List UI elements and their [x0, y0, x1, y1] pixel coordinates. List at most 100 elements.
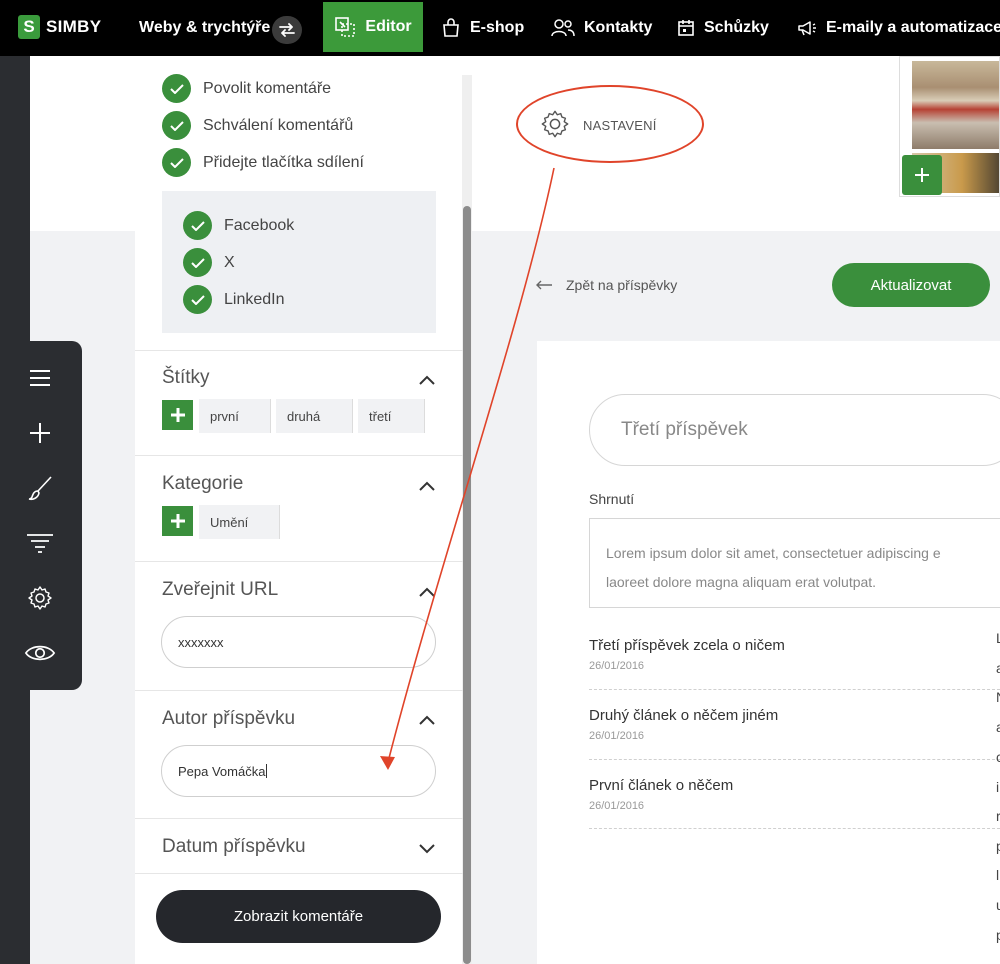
gear-icon[interactable]	[24, 582, 56, 614]
logo-mark: S	[18, 15, 40, 39]
nav-emails-label: E-maily a automatizace	[826, 19, 1000, 36]
tag-item[interactable]: druhá	[276, 399, 353, 433]
body-text-fragment: l	[996, 867, 1000, 883]
menu-icon[interactable]	[24, 362, 56, 394]
checkmark-icon	[183, 248, 212, 277]
share-label: LinkedIn	[224, 290, 285, 308]
annotation-ellipse	[516, 85, 704, 163]
tags-title: Štítky	[162, 367, 210, 388]
divider	[135, 690, 463, 691]
post-title-input[interactable]: Třetí příspěvek	[589, 394, 1000, 466]
back-label: Zpět na příspěvky	[566, 277, 678, 293]
post-title: Druhý článek o něčem jiném	[589, 707, 779, 724]
body-text-fragment: L	[996, 630, 1000, 646]
nav-eshop-label: E-shop	[470, 19, 525, 36]
url-title: Zveřejnit URL	[162, 579, 279, 600]
share-label: Facebook	[224, 216, 295, 234]
body-text-fragment: c	[996, 749, 1000, 765]
swap-icon[interactable]	[272, 16, 302, 44]
divider	[135, 873, 463, 874]
post-date: 26/01/2016	[589, 730, 645, 742]
body-text-fragment: r	[996, 808, 1000, 824]
checkmark-icon	[183, 211, 212, 240]
post-list-item[interactable]: Druhý článek o něčem jiném 26/01/2016	[589, 707, 1000, 760]
show-comments-button[interactable]: Zobrazit komentáře	[156, 890, 441, 943]
tag-item[interactable]: první	[199, 399, 271, 433]
body-text-fragment: a	[996, 660, 1000, 676]
author-input[interactable]: Pepa Vomáčka	[161, 745, 436, 797]
date-title: Datum příspěvku	[162, 836, 306, 857]
add-tag-button[interactable]	[162, 400, 193, 430]
author-value: Pepa Vomáčka	[178, 763, 266, 779]
shop-icon	[441, 18, 461, 38]
option-label: Povolit komentáře	[203, 79, 332, 97]
option-approve-comments[interactable]: Schválení komentářů	[162, 111, 353, 140]
logo[interactable]: S SIMBY	[18, 14, 101, 40]
filter-icon[interactable]	[24, 527, 56, 559]
chevron-up-icon[interactable]	[417, 585, 437, 599]
body-text-fragment: p	[996, 838, 1000, 854]
logo-text: SIMBY	[46, 17, 102, 36]
post-list-item[interactable]: Třetí příspěvek zcela o ničem 26/01/2016	[589, 637, 1000, 690]
nav-meetings-label: Schůzky	[704, 19, 769, 36]
body-text-fragment: N	[996, 689, 1000, 705]
category-item[interactable]: Umění	[199, 505, 280, 539]
url-input[interactable]: xxxxxxx	[161, 616, 436, 668]
body-text-fragment: u	[996, 897, 1000, 913]
add-icon[interactable]	[24, 417, 56, 449]
option-share-buttons[interactable]: Přidejte tlačítka sdílení	[162, 148, 364, 177]
tag-item[interactable]: třetí	[358, 399, 425, 433]
nav-contacts-label: Kontakty	[584, 19, 653, 36]
share-linkedin[interactable]: LinkedIn	[183, 285, 285, 314]
option-allow-comments[interactable]: Povolit komentáře	[162, 74, 331, 103]
author-title: Autor příspěvku	[162, 708, 296, 729]
divider	[135, 350, 463, 351]
share-facebook[interactable]: Facebook	[183, 211, 294, 240]
add-category-button[interactable]	[162, 506, 193, 536]
share-label: X	[224, 253, 235, 271]
brush-icon[interactable]	[24, 472, 56, 504]
nav-eshop[interactable]: E-shop	[441, 0, 524, 56]
post-title: Třetí příspěvek zcela o ničem	[589, 637, 785, 654]
body-text-fragment: i	[996, 779, 1000, 795]
summary-textarea[interactable]: Lorem ipsum dolor sit amet, consectetuer…	[589, 518, 1000, 608]
chevron-up-icon[interactable]	[417, 373, 437, 387]
divider	[135, 561, 463, 562]
back-to-posts-link[interactable]: Zpět na příspěvky	[535, 277, 677, 293]
nav-meetings[interactable]: Schůzky	[677, 0, 769, 56]
nav-contacts[interactable]: Kontakty	[551, 0, 652, 56]
nav-emails-automation[interactable]: E-maily a automatizace	[797, 0, 1000, 56]
share-x[interactable]: X	[183, 248, 235, 277]
chevron-up-icon[interactable]	[417, 479, 437, 493]
nav-editor-label: Editor	[365, 18, 412, 35]
checkmark-icon	[183, 285, 212, 314]
arrow-left-icon	[535, 277, 553, 293]
image-thumbnail-card[interactable]	[899, 56, 1000, 197]
calendar-icon	[677, 19, 695, 37]
add-image-button[interactable]	[902, 155, 942, 195]
update-button[interactable]: Aktualizovat	[832, 263, 990, 307]
divider	[135, 455, 463, 456]
post-list-item[interactable]: První článek o něčem 26/01/2016	[589, 777, 1000, 829]
nav-sites-label: Weby & trychtýře	[139, 19, 271, 36]
summary-line: Lorem ipsum dolor sit amet, consectetuer…	[606, 545, 941, 561]
option-label: Schválení komentářů	[203, 116, 354, 134]
category-title: Kategorie	[162, 473, 244, 494]
scrollbar-thumb[interactable]	[463, 206, 471, 964]
eye-icon[interactable]	[24, 637, 56, 669]
editor-icon	[334, 16, 356, 38]
checkmark-icon	[162, 111, 191, 140]
top-bar: S SIMBY Weby & trychtýře Editor E-shop K…	[0, 0, 1000, 56]
nav-sites-funnels[interactable]: Weby & trychtýře	[139, 0, 270, 56]
tool-panel	[0, 341, 82, 690]
contacts-icon	[551, 18, 575, 38]
summary-label: Shrnutí	[589, 491, 635, 507]
thumbnail-image	[912, 61, 999, 149]
body-text-fragment: p	[996, 927, 1000, 943]
post-date: 26/01/2016	[589, 800, 645, 812]
nav-editor[interactable]: Editor	[323, 2, 423, 52]
chevron-down-icon[interactable]	[417, 842, 437, 856]
chevron-up-icon[interactable]	[417, 713, 437, 727]
option-label: Přidejte tlačítka sdílení	[203, 153, 364, 171]
summary-line: laoreet dolore magna aliquam erat volutp…	[606, 574, 877, 590]
